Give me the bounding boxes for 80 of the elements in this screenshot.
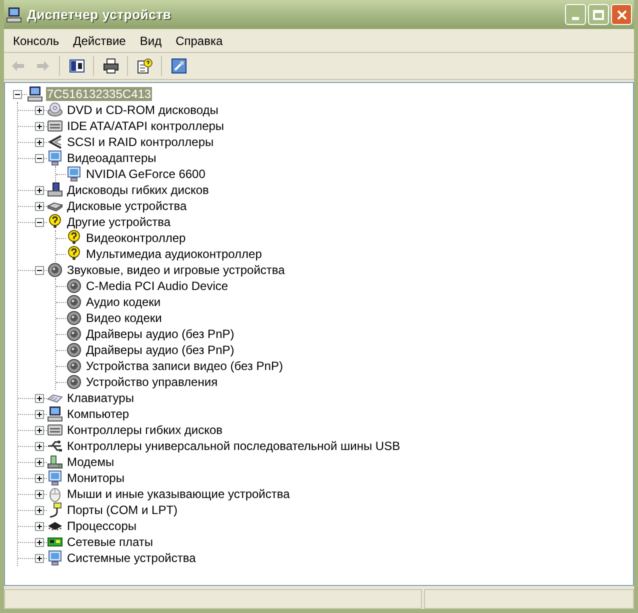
collapse-box[interactable] — [13, 90, 22, 98]
tree-item-label[interactable]: Системные устройства — [66, 551, 197, 565]
tree-item-label[interactable]: Драйверы аудио (без PnP) — [85, 343, 236, 357]
tree-item-label[interactable]: Компьютер — [66, 407, 130, 421]
expand-box[interactable] — [35, 442, 44, 450]
tree-item-label[interactable]: Звуковые, видео и игровые устройства — [66, 263, 286, 277]
right-arrow-icon — [34, 58, 50, 74]
tree-item-label[interactable]: Устройства записи видео (без PnP) — [85, 359, 284, 373]
tree-item-label[interactable]: IDE ATA/ATAPI контроллеры — [66, 119, 226, 133]
expand-box[interactable] — [35, 506, 44, 514]
window-title: Диспетчер устройств — [27, 6, 172, 24]
expand-box[interactable] — [35, 554, 44, 562]
collapse-box[interactable] — [35, 154, 44, 162]
expand-box[interactable] — [35, 106, 44, 114]
tree-item-label[interactable]: Дисководы гибких дисков — [66, 183, 210, 197]
expand-box[interactable] — [35, 522, 44, 530]
collapse-box[interactable] — [35, 266, 44, 274]
tree-item-label[interactable]: Драйверы аудио (без PnP) — [85, 327, 236, 341]
properties-icon — [170, 58, 186, 74]
warning-question-icon — [47, 214, 63, 230]
expand-box[interactable] — [35, 490, 44, 498]
tree-item-label[interactable]: Порты (COM и LPT) — [66, 503, 179, 517]
monitor-icon — [47, 550, 63, 566]
expand-box[interactable] — [35, 538, 44, 546]
warning-question-icon — [66, 246, 82, 262]
tree-item-label[interactable]: Мыши и иные указывающие устройства — [66, 487, 291, 501]
expand-box[interactable] — [35, 474, 44, 482]
expand-box[interactable] — [35, 458, 44, 466]
tree-item-label[interactable]: Видеоконтроллер — [85, 231, 187, 245]
expand-box[interactable] — [35, 122, 44, 130]
menu-item[interactable]: Консоль — [6, 32, 66, 50]
tree-item-label[interactable]: Видеоадаптеры — [66, 151, 158, 165]
expand-box[interactable] — [35, 410, 44, 418]
collapse-box[interactable] — [35, 218, 44, 226]
computer-icon — [6, 6, 22, 22]
drive-icon — [47, 422, 63, 438]
monitor-icon — [66, 166, 82, 182]
monitor-icon — [47, 470, 63, 486]
tree-item-label[interactable]: Дисковые устройства — [66, 199, 188, 213]
modem-icon — [47, 454, 63, 470]
tree-item-label[interactable]: Модемы — [66, 455, 116, 469]
computer-icon — [27, 86, 43, 102]
expand-box[interactable] — [35, 202, 44, 210]
tree-item-label[interactable]: SCSI и RAID контроллеры — [66, 135, 215, 149]
mouse-icon — [47, 486, 63, 502]
usb-icon — [47, 438, 63, 454]
disc-icon — [47, 102, 63, 118]
tree-item-label[interactable]: Мультимедиа аудиоконтроллер — [85, 247, 263, 261]
warning-question-icon — [66, 230, 82, 246]
expand-box[interactable] — [35, 138, 44, 146]
floppy-drive-icon — [47, 182, 63, 198]
close-button[interactable] — [611, 4, 632, 25]
port-plug-icon — [47, 502, 63, 518]
menu-item[interactable]: Действие — [66, 32, 133, 50]
tree-item-label[interactable]: Контроллеры гибких дисков — [66, 423, 224, 437]
close-icon — [616, 8, 628, 20]
help-icon — [136, 58, 152, 74]
tree-item-label[interactable]: C-Media PCI Audio Device — [85, 279, 230, 293]
tree-item-label[interactable]: Клавиатуры — [66, 391, 135, 405]
tree-item-label[interactable]: DVD и CD-ROM дисководы — [66, 103, 220, 117]
tree-item-label[interactable]: Мониторы — [66, 471, 126, 485]
panel-icon — [68, 58, 84, 74]
expand-box[interactable] — [35, 186, 44, 194]
computer-icon — [47, 406, 63, 422]
tree-item-label[interactable]: Процессоры — [66, 519, 138, 533]
tree-item-label[interactable]: Устройство управления — [85, 375, 219, 389]
tree-item-label[interactable]: Сетевые платы — [66, 535, 154, 549]
tree-item-label[interactable]: NVIDIA GeForce 6600 — [85, 167, 206, 181]
tree-item-label[interactable]: Аудио кодеки — [85, 295, 162, 309]
expand-box[interactable] — [35, 394, 44, 402]
menu-item[interactable]: Справка — [168, 32, 230, 50]
drive-icon — [47, 118, 63, 134]
connector-icon — [47, 134, 63, 150]
tree-item-label[interactable]: Другие устройства — [66, 215, 172, 229]
expand-box[interactable] — [35, 426, 44, 434]
monitor-icon — [47, 150, 63, 166]
tree-item-label[interactable]: Видео кодеки — [85, 311, 163, 325]
tree-item-label[interactable]: Контроллеры универсальной последовательной шины USB — [66, 439, 402, 453]
menu-item[interactable]: Вид — [132, 32, 169, 50]
printer-icon — [102, 58, 118, 74]
